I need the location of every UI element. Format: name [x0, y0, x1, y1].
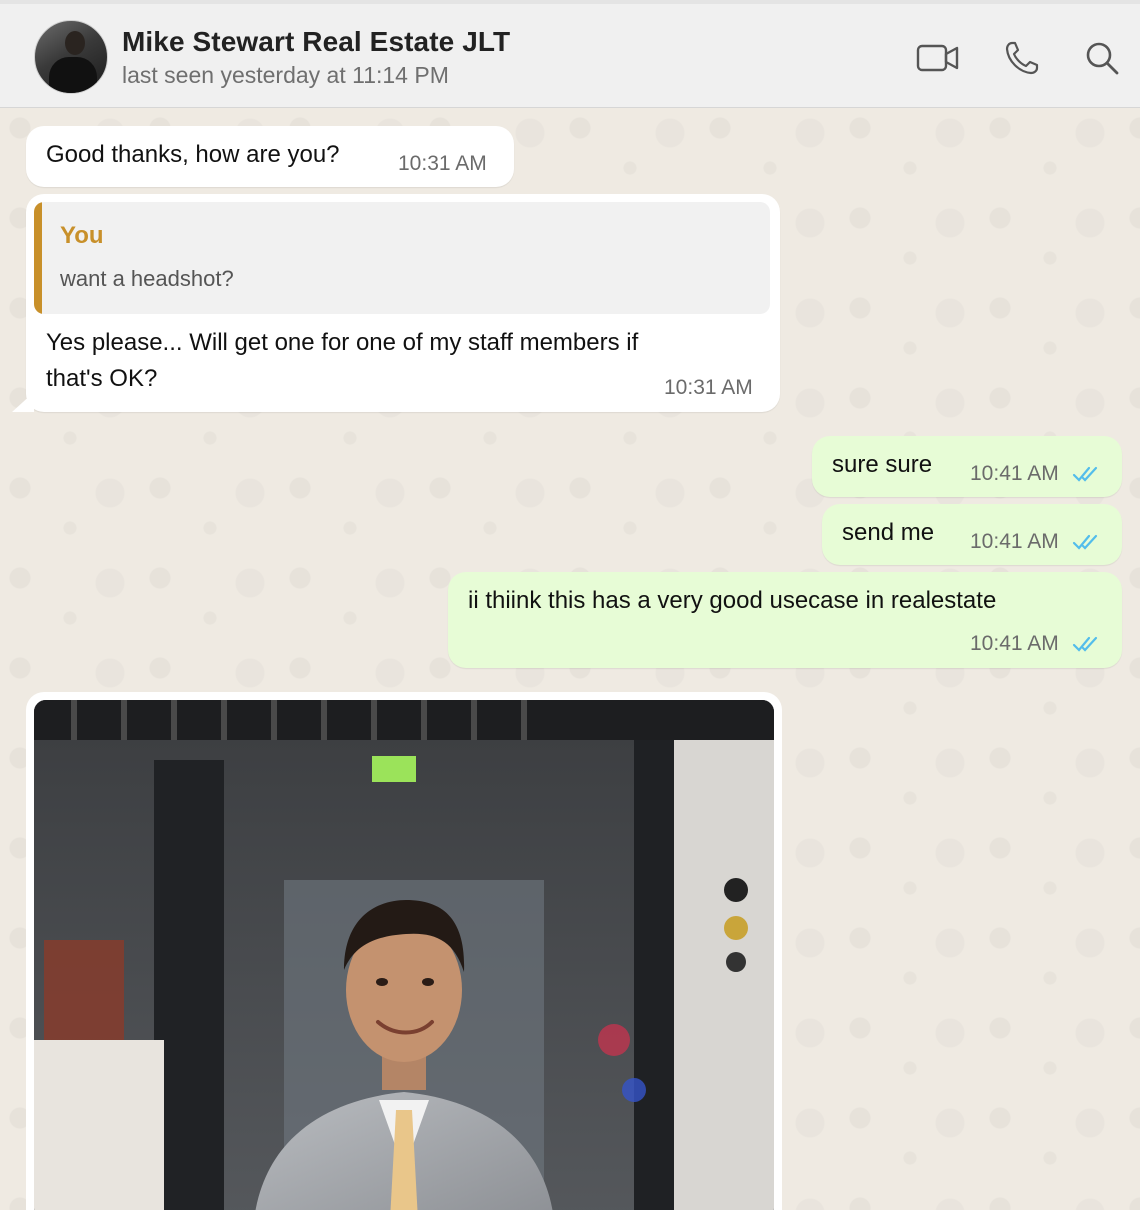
photo-illustration: [34, 700, 774, 1210]
message-text: Good thanks, how are you?: [46, 141, 340, 168]
message-time: 10:31 AM: [398, 152, 487, 175]
incoming-message[interactable]: Good thanks, how are you? 10:31 AM: [26, 126, 514, 187]
headshot-photo[interactable]: [34, 700, 774, 1210]
avatar-body-shape: [49, 57, 97, 93]
contact-name[interactable]: Mike Stewart Real Estate JLT: [122, 26, 510, 58]
read-receipt-icon: [1072, 534, 1098, 550]
incoming-image-message[interactable]: [26, 692, 782, 1210]
outgoing-message[interactable]: sure sure 10:41 AM: [812, 436, 1122, 497]
message-time: 10:31 AM: [664, 376, 753, 399]
avatar-head-shape: [65, 31, 85, 55]
message-text: send me: [842, 519, 935, 546]
quote-author: You: [60, 222, 104, 249]
search-icon[interactable]: [1080, 38, 1124, 78]
quote-accent-bar: [34, 202, 42, 314]
message-time: 10:41 AM: [970, 462, 1059, 485]
read-receipt-icon: [1072, 466, 1098, 482]
incoming-reply-message[interactable]: You want a headshot? Yes please... Will …: [26, 194, 780, 412]
outgoing-message[interactable]: ii thiink this has a very good usecase i…: [448, 572, 1122, 668]
message-text: sure sure: [832, 451, 933, 478]
quoted-message[interactable]: You want a headshot?: [34, 202, 770, 314]
video-call-icon[interactable]: [916, 38, 960, 78]
message-time: 10:41 AM: [970, 530, 1059, 553]
quote-text: want a headshot?: [60, 266, 234, 291]
outgoing-message[interactable]: send me 10:41 AM: [822, 504, 1122, 565]
message-text-line-2: that's OK?: [46, 365, 158, 392]
bubble-tail: [12, 392, 34, 412]
voice-call-icon[interactable]: [1000, 38, 1044, 78]
contact-avatar[interactable]: [34, 20, 108, 94]
read-receipt-icon: [1072, 636, 1098, 652]
message-text-line-1: Yes please... Will get one for one of my…: [46, 329, 639, 356]
message-time: 10:41 AM: [970, 632, 1059, 655]
contact-last-seen: last seen yesterday at 11:14 PM: [122, 62, 449, 88]
message-text: ii thiink this has a very good usecase i…: [468, 587, 997, 614]
chat-header: Mike Stewart Real Estate JLT last seen y…: [0, 4, 1140, 108]
